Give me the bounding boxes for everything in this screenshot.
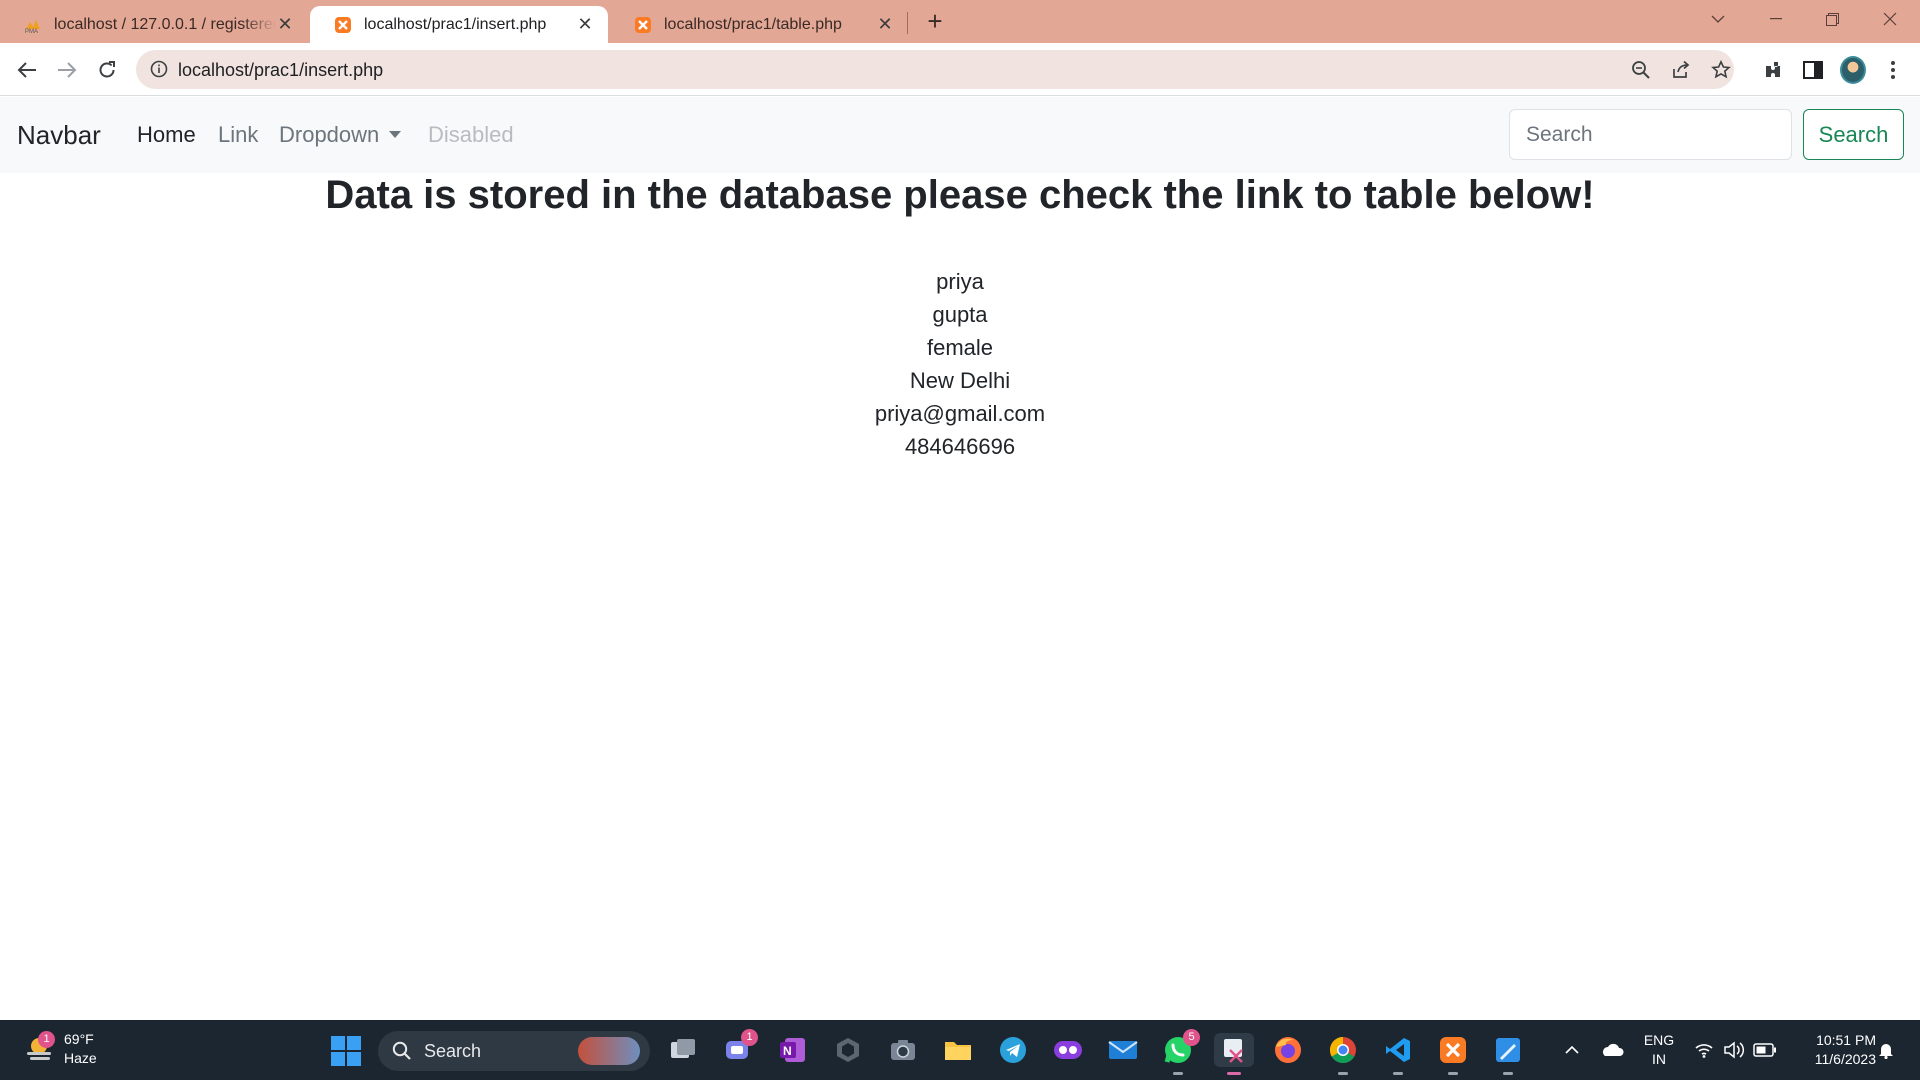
- telegram-icon[interactable]: [996, 1033, 1030, 1067]
- back-button[interactable]: [12, 55, 42, 85]
- new-tab-button[interactable]: +: [922, 8, 948, 34]
- camera-icon[interactable]: [886, 1033, 920, 1067]
- nav-dropdown-label: Dropdown: [279, 122, 380, 147]
- clock-date: 11/6/2023: [1814, 1051, 1876, 1067]
- share-icon[interactable]: [1670, 59, 1692, 81]
- forward-button[interactable]: [52, 55, 82, 85]
- taskbar-search[interactable]: Search: [378, 1031, 650, 1071]
- weather-haze-icon: 1: [24, 1031, 55, 1064]
- extensions-icon[interactable]: [1760, 57, 1786, 83]
- bookmark-star-icon[interactable]: [1710, 59, 1732, 81]
- onedrive-icon[interactable]: [1598, 1033, 1626, 1067]
- weather-temp: 69°F: [64, 1031, 94, 1047]
- search-icon: [392, 1041, 411, 1060]
- task-view-icon[interactable]: [666, 1033, 700, 1067]
- restore-button[interactable]: [1804, 0, 1860, 38]
- unity-hub-icon[interactable]: [831, 1033, 865, 1067]
- xampp-taskbar-icon[interactable]: [1436, 1033, 1470, 1075]
- url-text[interactable]: localhost/prac1/insert.php: [178, 60, 383, 81]
- svg-text:PMA: PMA: [25, 29, 38, 34]
- close-icon[interactable]: ✕: [276, 14, 294, 34]
- teams-chat-icon[interactable]: 1: [721, 1029, 758, 1067]
- weather-widget[interactable]: 1 69°F Haze: [24, 1030, 97, 1068]
- nav-link-link[interactable]: Link: [218, 122, 258, 148]
- close-icon[interactable]: ✕: [876, 14, 894, 34]
- windows-start-icon[interactable]: [331, 1036, 361, 1066]
- onenote-icon[interactable]: N: [776, 1033, 810, 1067]
- record-first-name: priya: [936, 269, 984, 294]
- battery-icon[interactable]: [1752, 1033, 1778, 1067]
- tab-title: localhost / 127.0.0.1 / registered: [54, 15, 276, 33]
- tab-insert-php[interactable]: localhost/prac1/insert.php ✕: [310, 6, 608, 43]
- site-navbar: Navbar Home Link Dropdown Disabled Searc…: [0, 97, 1920, 173]
- whatsapp-icon[interactable]: 5: [1161, 1029, 1200, 1075]
- file-explorer-icon[interactable]: [941, 1033, 975, 1067]
- game-bar-icon[interactable]: [1051, 1033, 1085, 1067]
- nav-link-home[interactable]: Home: [137, 122, 196, 148]
- navbar-brand[interactable]: Navbar: [17, 120, 101, 151]
- region-code: IN: [1652, 1051, 1666, 1067]
- paint-icon[interactable]: [1491, 1033, 1525, 1075]
- nav-link-disabled: Disabled: [428, 122, 514, 147]
- record-details: priya gupta female New Delhi priya@gmail…: [0, 265, 1920, 463]
- tab-title: localhost/prac1/insert.php: [364, 15, 547, 33]
- record-last-name: gupta: [932, 302, 988, 327]
- phpmyadmin-icon: PMA: [24, 16, 42, 34]
- system-clock[interactable]: 10:51 PM 11/6/2023: [1786, 1031, 1876, 1069]
- wifi-icon[interactable]: [1692, 1033, 1716, 1067]
- notification-bell-icon[interactable]: [1874, 1033, 1898, 1067]
- navbar-search-input[interactable]: [1509, 109, 1792, 160]
- zoom-icon[interactable]: [1630, 59, 1652, 81]
- xampp-icon: [634, 16, 652, 34]
- weather-condition: Haze: [64, 1050, 97, 1066]
- close-window-button[interactable]: [1862, 0, 1918, 38]
- tab-title: localhost/prac1/table.php: [664, 15, 842, 33]
- site-info-icon[interactable]: [150, 60, 168, 83]
- record-phone: 484646696: [904, 434, 1016, 459]
- language-code: ENG: [1643, 1032, 1675, 1048]
- taskbar-search-label: Search: [424, 1040, 482, 1061]
- snipping-tool-icon[interactable]: [1214, 1033, 1254, 1075]
- xampp-icon: [334, 16, 352, 34]
- minimize-button[interactable]: [1748, 0, 1804, 38]
- firefox-icon[interactable]: [1271, 1033, 1305, 1067]
- mail-icon[interactable]: [1106, 1033, 1140, 1067]
- chrome-icon[interactable]: [1326, 1033, 1360, 1075]
- tab-search-chevron-icon[interactable]: [1690, 0, 1746, 38]
- weather-badge: 1: [38, 1031, 55, 1048]
- navbar-search-button[interactable]: Search: [1803, 109, 1904, 160]
- page-heading: Data is stored in the database please ch…: [325, 173, 1595, 217]
- caret-down-icon: [389, 131, 402, 138]
- vscode-icon[interactable]: [1381, 1033, 1415, 1075]
- chevron-up-icon[interactable]: [1561, 1033, 1583, 1067]
- address-bar[interactable]: localhost/prac1/insert.php: [136, 50, 1734, 89]
- tab-table-php[interactable]: localhost/prac1/table.php ✕: [610, 6, 908, 43]
- svg-text:N: N: [783, 1044, 792, 1058]
- reload-button[interactable]: [92, 55, 122, 85]
- tab-separator: [907, 12, 908, 34]
- profile-avatar[interactable]: [1840, 56, 1866, 84]
- clock-time: 10:51 PM: [1816, 1032, 1876, 1048]
- browser-toolbar: localhost/prac1/insert.php: [0, 43, 1920, 96]
- volume-icon[interactable]: [1722, 1033, 1746, 1067]
- record-city: New Delhi: [909, 368, 1011, 393]
- record-email: priya@gmail.com: [874, 401, 1046, 426]
- side-panel-icon[interactable]: [1800, 57, 1826, 83]
- close-icon[interactable]: ✕: [576, 14, 594, 34]
- whatsapp-badge: 5: [1183, 1029, 1200, 1046]
- nav-dropdown-toggle[interactable]: Dropdown: [279, 122, 402, 148]
- windows-taskbar: 1 69°F Haze Search 1 N 5 ENG IN 10:51 PM…: [0, 1020, 1920, 1080]
- browser-tab-strip: PMA localhost / 127.0.0.1 / registered ✕…: [0, 0, 1920, 43]
- menu-kebab-icon[interactable]: [1880, 57, 1906, 83]
- teams-badge: 1: [741, 1029, 758, 1046]
- tab-phpmyadmin[interactable]: PMA localhost / 127.0.0.1 / registered ✕: [0, 6, 308, 43]
- search-highlight-icon: [578, 1037, 640, 1065]
- record-gender: female: [926, 335, 994, 360]
- language-indicator[interactable]: ENG IN: [1641, 1031, 1677, 1069]
